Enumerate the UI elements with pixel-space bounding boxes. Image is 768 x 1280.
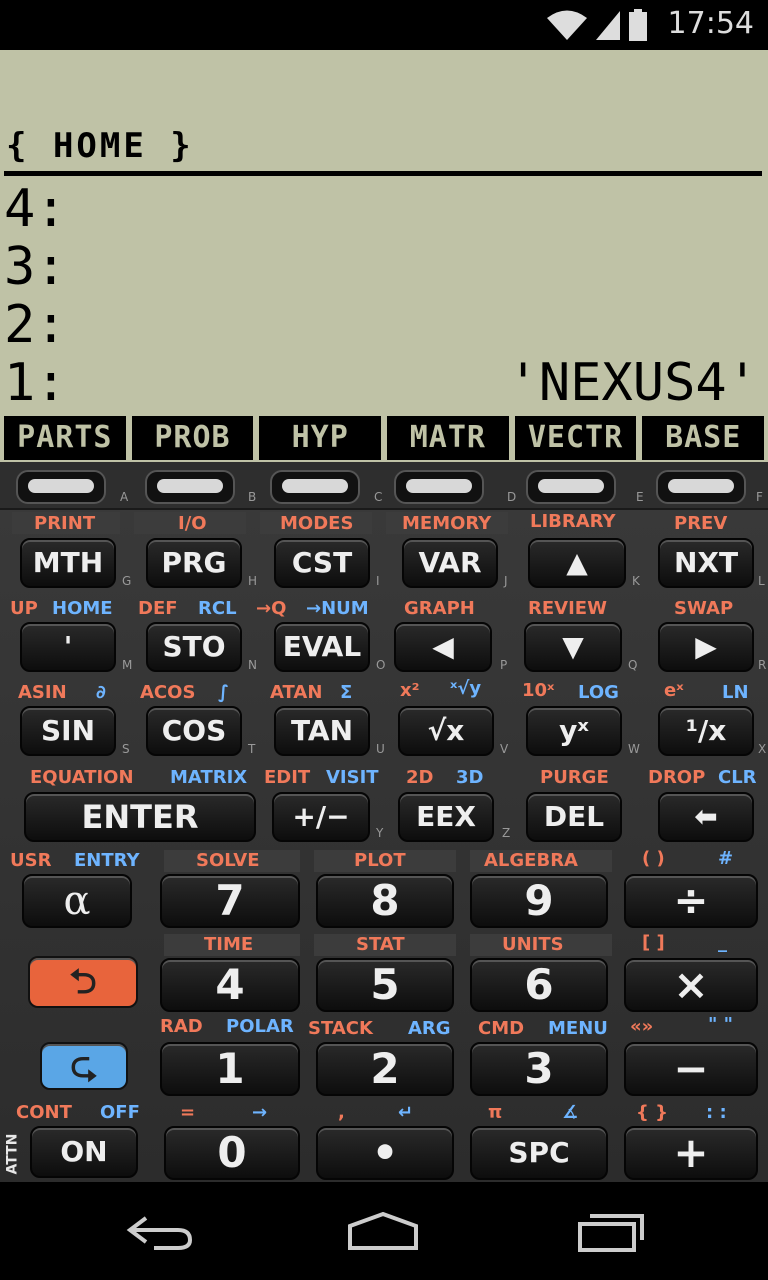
- add-key[interactable]: +: [624, 1126, 758, 1180]
- soft-key-a[interactable]: [16, 470, 106, 504]
- var-key[interactable]: VAR: [402, 538, 498, 588]
- attn-label: ATTN: [4, 1133, 21, 1175]
- soft-key-d[interactable]: [394, 470, 484, 504]
- cos-key[interactable]: COS: [146, 706, 242, 756]
- quote-key[interactable]: ': [20, 622, 116, 672]
- sin-key[interactable]: SIN: [20, 706, 116, 756]
- sqrt-key[interactable]: √x: [398, 706, 494, 756]
- digit-9-key[interactable]: 9: [470, 874, 608, 928]
- digit-3-key[interactable]: 3: [470, 1042, 608, 1096]
- calculator-keyboard: A B C D E F PRINT I/O MODES MEMORY LIBRA…: [0, 462, 768, 1182]
- tan-key[interactable]: TAN: [274, 706, 370, 756]
- menu-key-prob[interactable]: PROB: [131, 416, 254, 460]
- left-shift-arrow-icon: ⮌: [69, 962, 97, 1002]
- menu-key-matr[interactable]: MATR: [387, 416, 509, 460]
- mth-key[interactable]: MTH: [20, 538, 116, 588]
- clock: 17:54: [667, 6, 754, 41]
- inverse-key[interactable]: ¹/x: [658, 706, 754, 756]
- backspace-key[interactable]: ⬅: [658, 792, 754, 842]
- down-arrow-key[interactable]: ▼: [524, 622, 622, 672]
- up-arrow-key[interactable]: ▲: [528, 538, 626, 588]
- left-shift-key[interactable]: ⮌: [28, 956, 138, 1008]
- navigation-bar: [0, 1182, 768, 1280]
- digit-6-key[interactable]: 6: [470, 958, 608, 1012]
- digit-5-key[interactable]: 5: [316, 958, 454, 1012]
- right-shift-arrow-icon: ⮎: [70, 1046, 98, 1086]
- digit-4-key[interactable]: 4: [160, 958, 300, 1012]
- stack-level-1: 1: 'NEXUS4': [4, 353, 758, 413]
- digit-2-key[interactable]: 2: [316, 1042, 454, 1096]
- calculator-display: { HOME } 4: 3: 2: 1: 'NEXUS4' PARTS PROB …: [0, 50, 768, 462]
- digit-0-key[interactable]: 0: [164, 1126, 300, 1180]
- soft-key-f[interactable]: [656, 470, 746, 504]
- nxt-key[interactable]: NXT: [658, 538, 754, 588]
- recent-apps-icon[interactable]: [576, 1212, 646, 1252]
- back-icon[interactable]: [124, 1212, 194, 1252]
- sto-key[interactable]: STO: [146, 622, 242, 672]
- menu-key-base[interactable]: BASE: [642, 416, 765, 460]
- del-key[interactable]: DEL: [526, 792, 622, 842]
- stack-level-2: 2:: [4, 295, 67, 355]
- left-arrow-key[interactable]: ◀: [394, 622, 492, 672]
- decimal-point-key[interactable]: •: [316, 1126, 454, 1180]
- divide-key[interactable]: ÷: [624, 874, 758, 928]
- soft-key-row: A B C D E F: [0, 462, 768, 510]
- digit-1-key[interactable]: 1: [160, 1042, 300, 1096]
- on-key[interactable]: ON: [30, 1126, 138, 1178]
- alpha-key[interactable]: α: [22, 874, 132, 928]
- subtract-key[interactable]: −: [624, 1042, 758, 1096]
- digit-8-key[interactable]: 8: [316, 874, 454, 928]
- stack-level-3: 3:: [4, 237, 67, 297]
- menu-key-hyp[interactable]: HYP: [259, 416, 382, 460]
- enter-key[interactable]: ENTER: [24, 792, 256, 842]
- multiply-key[interactable]: ×: [624, 958, 758, 1012]
- power-key[interactable]: yˣ: [526, 706, 622, 756]
- prg-key[interactable]: PRG: [146, 538, 242, 588]
- digit-7-key[interactable]: 7: [160, 874, 300, 928]
- soft-key-e[interactable]: [526, 470, 616, 504]
- plus-minus-key[interactable]: +/−: [272, 792, 370, 842]
- soft-key-b[interactable]: [145, 470, 235, 504]
- eval-key[interactable]: EVAL: [274, 622, 370, 672]
- soft-key-c[interactable]: [270, 470, 360, 504]
- wifi-icon: [547, 10, 587, 40]
- right-arrow-key[interactable]: ▶: [658, 622, 754, 672]
- right-shift-key[interactable]: ⮎: [40, 1042, 128, 1090]
- current-directory: { HOME }: [6, 126, 194, 166]
- spc-key[interactable]: SPC: [470, 1126, 608, 1180]
- cell-signal-icon: [596, 11, 620, 40]
- menu-key-vectr[interactable]: VECTR: [514, 416, 637, 460]
- display-divider: [4, 171, 762, 176]
- stack-level-4: 4:: [4, 179, 67, 239]
- home-icon[interactable]: [348, 1212, 418, 1252]
- cst-key[interactable]: CST: [274, 538, 370, 588]
- status-bar: 17:54: [0, 0, 768, 50]
- eex-key[interactable]: EEX: [398, 792, 494, 842]
- battery-icon: [629, 9, 647, 41]
- menu-key-parts[interactable]: PARTS: [4, 416, 126, 460]
- soft-menu-bar: PARTS PROB HYP MATR VECTR BASE: [4, 416, 765, 460]
